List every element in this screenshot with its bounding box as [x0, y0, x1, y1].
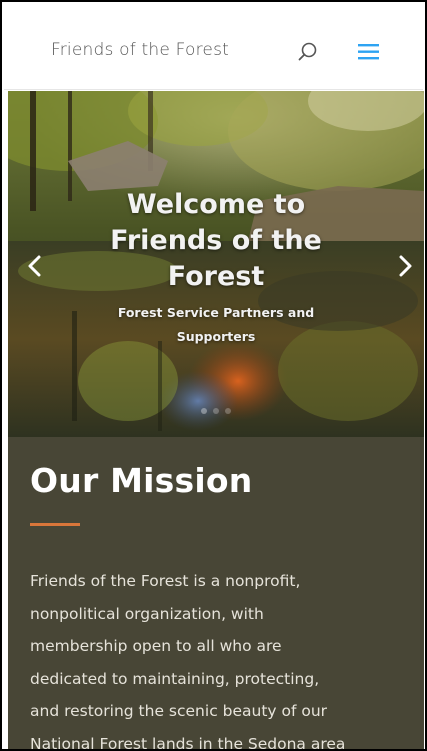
mission-text-line: dedicated to maintaining, protecting, [30, 669, 320, 688]
hero-slider: Welcome to Friends of the Forest Forest … [8, 91, 424, 437]
mission-text-line: nonpolitical organization, with [30, 604, 264, 623]
search-icon[interactable] [297, 41, 319, 63]
hero-subtitle: Forest Service Partners and Supporters [117, 305, 315, 344]
site-header: Friends of the Forest [4, 4, 423, 90]
mission-section: Our Mission Friends of the Forest is a n… [8, 437, 424, 751]
hero-title: Welcome to Friends of the Forest [110, 189, 322, 292]
mission-text: Friends of the Forest is a nonprofit, no… [30, 565, 422, 751]
mission-text-line: and restoring the scenic beauty of our [30, 702, 328, 720]
hamburger-menu-icon[interactable] [357, 42, 381, 62]
hero-caption: Welcome to Friends of the Forest Forest … [8, 187, 424, 349]
page-frame: Friends of the Forest Welcome to Friends… [0, 0, 427, 751]
mission-title: Our Mission [30, 461, 253, 500]
mission-text-line: membership open to all who are [30, 637, 282, 655]
mission-divider [30, 523, 80, 526]
mission-text-line: National Forest lands in the Sedona area [30, 734, 346, 751]
mission-text-line: Friends of the Forest is a nonprofit, [30, 572, 301, 590]
site-title[interactable]: Friends of the Forest [51, 40, 229, 60]
